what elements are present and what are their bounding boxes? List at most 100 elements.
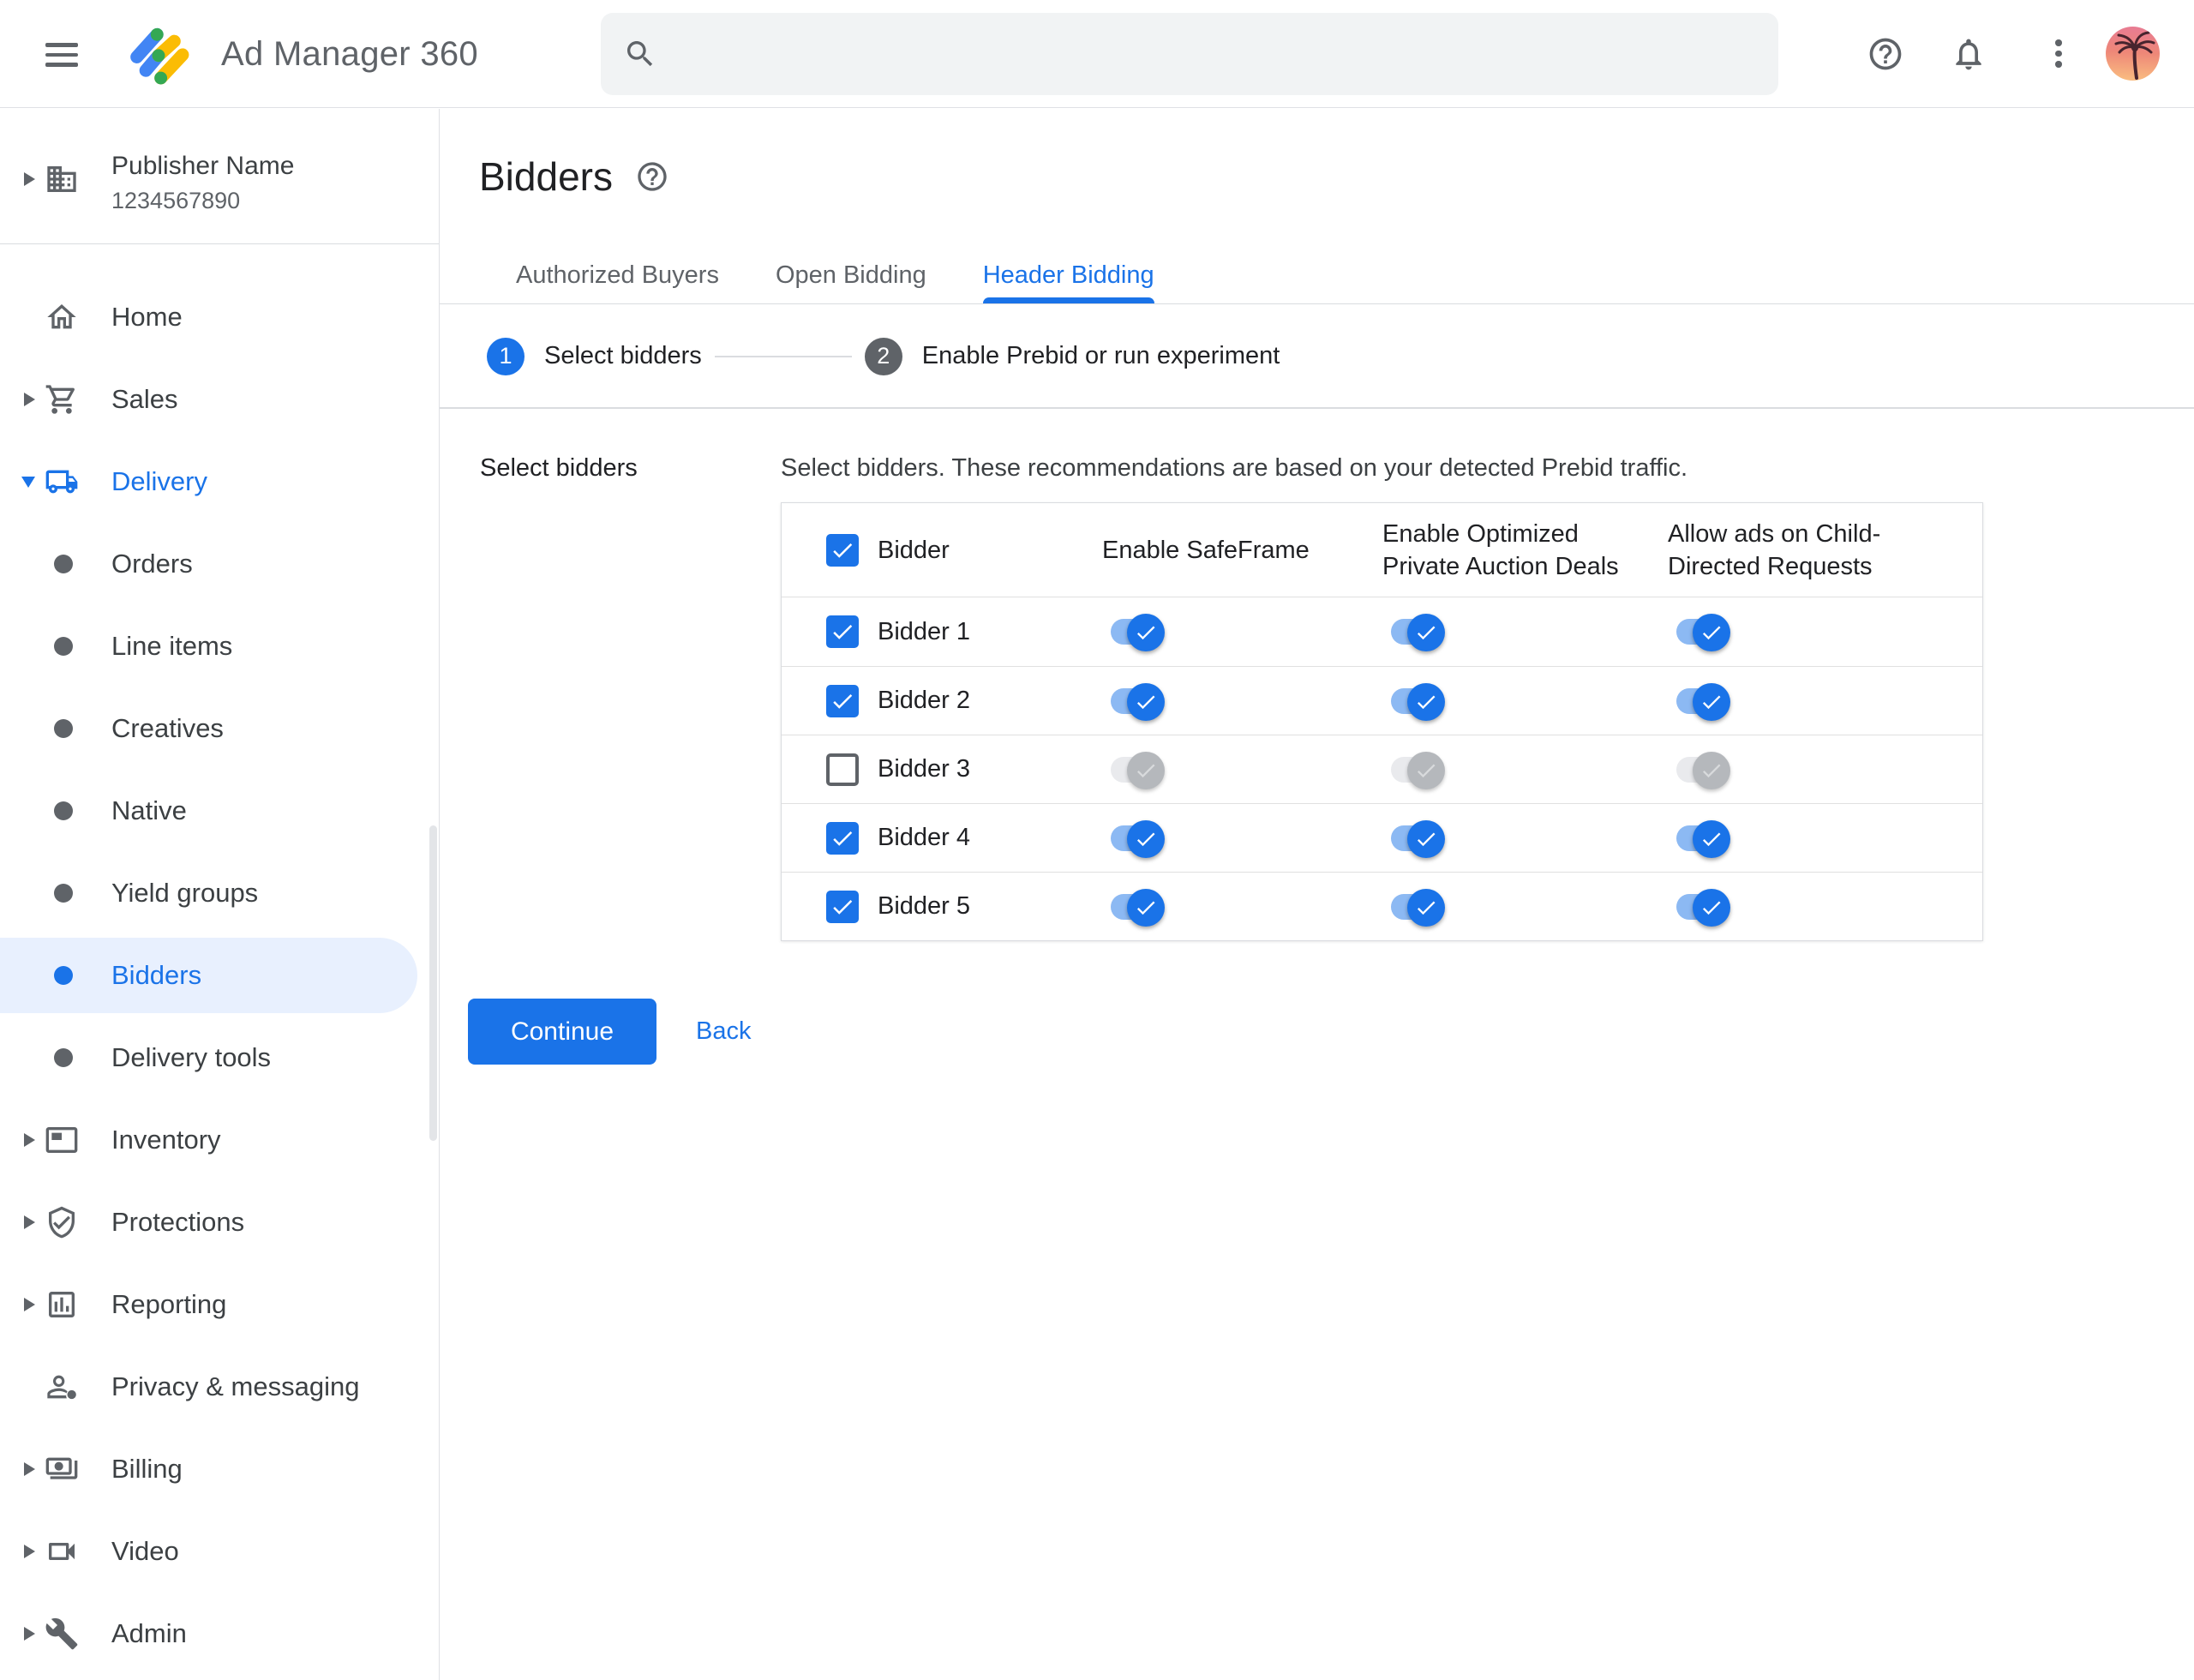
toggle-thumb [1693, 614, 1730, 651]
optimized-deals-toggle[interactable] [1391, 819, 1445, 858]
banknote-icon [45, 1452, 79, 1486]
bullet-icon [54, 884, 73, 903]
step-number-badge: 2 [864, 337, 902, 375]
help-icon[interactable] [1867, 35, 1904, 73]
sidebar-item-inventory[interactable]: Inventory [0, 1099, 439, 1181]
sidebar-item-label: Video [111, 1536, 179, 1566]
sidebar-item-creatives[interactable]: Creatives [0, 687, 439, 770]
sidebar-item-orders[interactable]: Orders [0, 523, 439, 605]
optimized-deals-toggle[interactable] [1391, 682, 1445, 721]
bidder-name: Bidder 4 [878, 824, 971, 851]
step-label: Enable Prebid or run experiment [921, 342, 1280, 369]
sidebar-item-label: Admin [111, 1618, 187, 1648]
optimized-deals-toggle[interactable] [1391, 614, 1445, 651]
child-directed-toggle[interactable] [1676, 888, 1730, 927]
chevron-right-icon [24, 172, 35, 186]
toggle-thumb [1127, 819, 1165, 858]
child-directed-toggle[interactable] [1676, 614, 1730, 651]
inventory-icon [45, 1123, 79, 1157]
table-row-bidder-3: Bidder 3 [782, 735, 1982, 803]
sidebar-item-yield-groups[interactable]: Yield groups [0, 852, 439, 934]
sidebar-nav: Home Sales Delivery Orders Line items Creativ… [0, 244, 439, 1675]
search-icon [627, 41, 653, 67]
toggle-thumb [1407, 614, 1445, 651]
sidebar-item-reporting[interactable]: Reporting [0, 1263, 439, 1346]
sidebar-item-delivery-tools[interactable]: Delivery tools [0, 1017, 439, 1099]
sidebar-item-native[interactable]: Native [0, 770, 439, 852]
optimized-deals-toggle[interactable] [1391, 888, 1445, 927]
bullet-icon [54, 555, 73, 573]
sidebar-item-label: Inventory [111, 1125, 221, 1155]
toggle-thumb [1693, 751, 1730, 789]
row-checkbox[interactable] [826, 821, 859, 855]
tabs: Authorized Buyers Open Bidding Header Bidd… [488, 241, 1183, 303]
bidder-name: Bidder 3 [878, 755, 971, 783]
sidebar-item-label: Orders [111, 549, 193, 579]
table-row-bidder-4: Bidder 4 [782, 803, 1982, 872]
row-checkbox[interactable] [826, 615, 859, 648]
safeframe-toggle[interactable] [1111, 682, 1165, 721]
sidebar-item-delivery[interactable]: Delivery [0, 441, 439, 523]
publisher-name: Publisher Name [111, 152, 295, 180]
search-input[interactable] [676, 39, 1705, 69]
step-label: Select bidders [544, 342, 702, 369]
child-directed-toggle[interactable] [1676, 819, 1730, 858]
notifications-icon[interactable] [1950, 35, 1987, 73]
step-connector [714, 355, 852, 357]
bullet-icon [54, 719, 73, 738]
optimized-deals-toggle[interactable] [1391, 751, 1445, 789]
bidders-table: Bidder Enable SafeFrame Enable Optimized… [781, 502, 1983, 941]
back-link[interactable]: Back [696, 999, 751, 1065]
sidebar-item-video[interactable]: Video [0, 1510, 439, 1593]
sidebar-item-label: Protections [111, 1207, 245, 1237]
safeframe-toggle[interactable] [1111, 751, 1165, 789]
sidebar-item-home[interactable]: Home [0, 276, 439, 358]
sidebar-item-privacy-messaging[interactable]: Privacy & messaging [0, 1346, 439, 1428]
safeframe-toggle[interactable] [1111, 819, 1165, 858]
sidebar-item-label: Sales [111, 384, 178, 414]
tab-authorized-buyers[interactable]: Authorized Buyers [488, 241, 747, 303]
avatar[interactable] [2106, 27, 2160, 81]
sidebar-item-label: Line items [111, 631, 233, 661]
bullet-icon [54, 637, 73, 656]
toggle-thumb [1693, 819, 1730, 858]
safeframe-toggle[interactable] [1111, 888, 1165, 927]
tab-open-bidding[interactable]: Open Bidding [747, 241, 955, 303]
toggle-thumb [1693, 682, 1730, 721]
chevron-right-icon [24, 1462, 35, 1476]
wrench-icon [45, 1617, 79, 1651]
sidebar-item-bidders[interactable]: Bidders [0, 934, 439, 1017]
truck-icon [45, 465, 79, 499]
sidebar-item-billing[interactable]: Billing [0, 1428, 439, 1510]
sidebar-item-sales[interactable]: Sales [0, 358, 439, 441]
publisher-switcher[interactable]: Publisher Name 1234567890 [0, 109, 439, 244]
tabs-bar: Authorized Buyers Open Bidding Header Bidd… [440, 109, 2194, 304]
safeframe-toggle[interactable] [1111, 614, 1165, 651]
menu-icon[interactable] [45, 43, 78, 67]
step-2[interactable]: 2 Enable Prebid or run experiment [864, 337, 1280, 375]
row-checkbox[interactable] [826, 684, 859, 717]
more-vert-icon[interactable] [2055, 39, 2062, 72]
row-checkbox[interactable] [826, 753, 859, 786]
toggle-thumb [1407, 888, 1445, 927]
table-header-row: Bidder Enable SafeFrame Enable Optimized… [782, 503, 1982, 597]
row-checkbox[interactable] [826, 890, 859, 923]
tab-header-bidding[interactable]: Header Bidding [955, 241, 1183, 303]
select-all-checkbox[interactable] [826, 533, 859, 567]
child-directed-toggle[interactable] [1676, 682, 1730, 721]
sidebar-scrollbar-thumb[interactable] [429, 825, 437, 1141]
person-badge-icon [45, 1370, 79, 1404]
child-directed-toggle[interactable] [1676, 751, 1730, 789]
sidebar-item-line-items[interactable]: Line items [0, 605, 439, 687]
sidebar-item-admin[interactable]: Admin [0, 1593, 439, 1675]
chevron-right-icon [24, 1133, 35, 1147]
continue-button[interactable]: Continue [468, 999, 656, 1065]
table-row-bidder-2: Bidder 2 [782, 666, 1982, 735]
sidebar-item-protections[interactable]: Protections [0, 1181, 439, 1263]
toggle-thumb [1127, 614, 1165, 651]
step-1[interactable]: 1 Select bidders [487, 337, 702, 375]
column-header-optimized-deals: Enable Optimized Private Auction Deals [1382, 519, 1619, 580]
chevron-right-icon [24, 1545, 35, 1558]
sidebar-item-label: Native [111, 795, 187, 825]
global-search-bar[interactable] [601, 13, 1778, 95]
